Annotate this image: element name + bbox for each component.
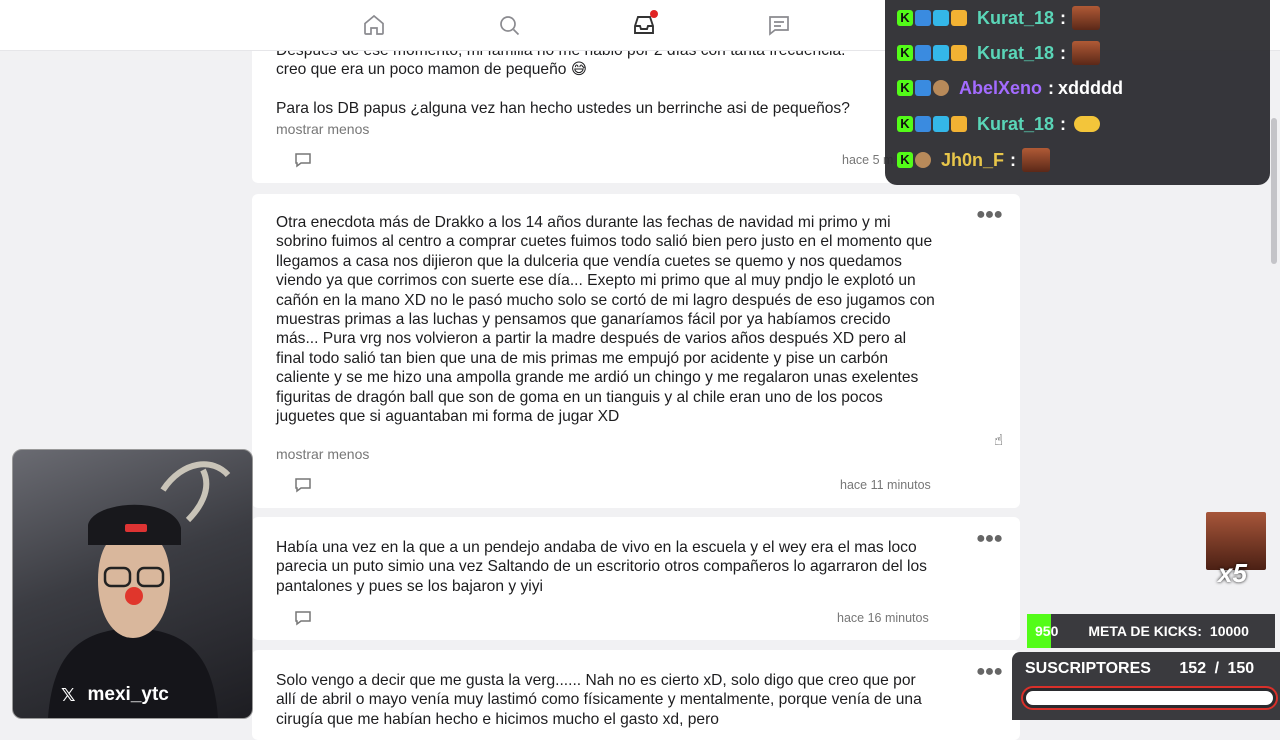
chat-username: Kurat_18 — [977, 42, 1055, 63]
kick-count: 950 — [1035, 623, 1059, 639]
subs-label: SUSCRIPTORES — [1025, 660, 1151, 677]
post-text: Despues de ese momento, mi familia no me… — [276, 42, 850, 118]
messages-icon[interactable] — [767, 13, 791, 37]
hand-emote-icon — [1074, 116, 1101, 132]
tool-badge-icon — [915, 116, 931, 132]
inbox-icon[interactable] — [632, 10, 658, 37]
post-text: Otra enecdota más de Drakko a los 14 año… — [276, 214, 940, 426]
chat-username: AbelXeno — [959, 77, 1043, 98]
chat-message: K Kurat_18 : — [897, 38, 1101, 68]
webcam-overlay: 𝕏 mexi_ytc — [12, 449, 253, 719]
chat-message: K AbelXeno : xddddd — [897, 73, 1123, 103]
post-text: Había una vez en la que a un pendejo and… — [276, 539, 932, 595]
comment-icon[interactable] — [294, 477, 312, 493]
crown-badge-icon — [951, 116, 967, 132]
subs-current: 152 — [1179, 660, 1207, 677]
cube-badge-icon — [933, 10, 949, 26]
mouse-badge-icon — [915, 152, 931, 168]
mouse-badge-icon — [933, 80, 949, 96]
kick-badge-icon: K — [897, 10, 913, 26]
post-timestamp: hace 11 minutos — [840, 478, 931, 492]
chat-username: Kurat_18 — [977, 7, 1055, 28]
multiplier-label: x5 — [1218, 558, 1247, 588]
kick-goal-bar: 950 META DE KICKS: 10000 — [1027, 614, 1275, 648]
kick-badge-icon: K — [897, 116, 913, 132]
hand-cursor-icon: ☝ — [994, 432, 1004, 449]
kick-badge-icon: K — [897, 80, 913, 96]
x-logo-icon: 𝕏 — [61, 684, 76, 705]
cube-badge-icon — [933, 45, 949, 61]
show-less-link[interactable]: mostrar menos — [276, 121, 369, 137]
kick-goal-label: META DE KICKS: — [1088, 623, 1202, 639]
search-icon[interactable] — [497, 13, 521, 37]
subs-progress-fill — [1026, 691, 1273, 705]
more-options-icon[interactable]: ●●● — [976, 207, 1003, 223]
more-options-icon[interactable]: ●●● — [976, 664, 1003, 680]
tool-badge-icon — [915, 45, 931, 61]
chat-message: K Kurat_18 : — [897, 109, 1101, 139]
scrollbar-thumb[interactable] — [1271, 118, 1277, 264]
subscriber-goal: SUSCRIPTORES 152 / 150 — [1012, 652, 1280, 720]
stream-chat-overlay: K Kurat_18 : K Kurat_18 : K AbelXeno : x… — [885, 0, 1270, 185]
post-card: ●●● Otra enecdota más de Drakko a los 14… — [252, 194, 1020, 508]
kick-goal-value: 10000 — [1209, 623, 1249, 639]
crown-badge-icon — [951, 10, 967, 26]
post-card: ●●● Solo vengo a decir que me gusta la v… — [252, 650, 1020, 740]
cube-badge-icon — [933, 116, 949, 132]
chat-message: K Kurat_18 : — [897, 3, 1101, 33]
home-icon[interactable] — [362, 13, 386, 37]
subs-progress-bar — [1021, 686, 1278, 710]
crown-badge-icon — [951, 45, 967, 61]
comment-icon[interactable] — [294, 610, 312, 626]
tool-badge-icon — [915, 80, 931, 96]
emote-multiplier: x5 — [1206, 512, 1266, 592]
emote-icon — [1022, 148, 1051, 172]
comment-icon[interactable] — [294, 152, 312, 168]
kick-badge-icon: K — [897, 45, 913, 61]
chat-text: xddddd — [1058, 77, 1124, 98]
more-options-icon[interactable]: ●●● — [976, 531, 1003, 547]
webcam-handle: mexi_ytc — [87, 684, 169, 705]
chat-username: Kurat_18 — [977, 113, 1055, 134]
emote-icon — [1072, 41, 1101, 65]
chat-message: K Jh0n_F : — [897, 145, 1051, 175]
post-card: ●●● Había una vez en la que a un pendejo… — [252, 517, 1020, 640]
emote-icon — [1072, 6, 1101, 30]
tool-badge-icon — [915, 10, 931, 26]
notification-dot — [650, 10, 658, 18]
chat-username: Jh0n_F — [941, 149, 1005, 170]
streamer-figure — [48, 461, 231, 718]
subs-goal: 150 — [1227, 660, 1255, 677]
kick-badge-icon: K — [897, 152, 913, 168]
post-timestamp: hace 16 minutos — [837, 611, 929, 625]
show-less-link[interactable]: mostrar menos — [276, 446, 369, 462]
post-text: Solo vengo a decir que me gusta la verg.… — [276, 672, 927, 728]
